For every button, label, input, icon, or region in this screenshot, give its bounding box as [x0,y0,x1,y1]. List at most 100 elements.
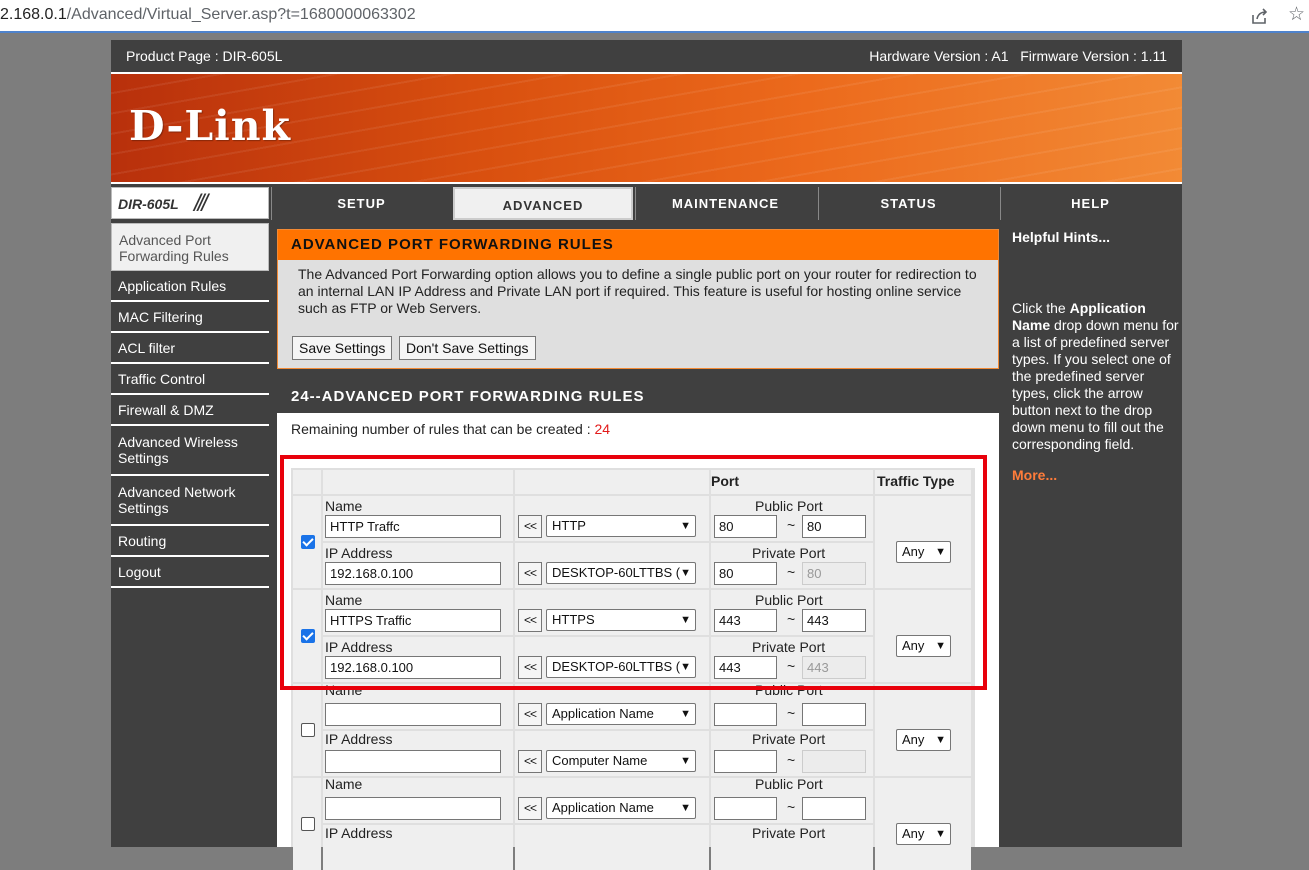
rule-2-computer-cell: << DESKTOP-60LTTBS (▼ [515,637,709,682]
rule-2-app-select[interactable]: HTTPS ▼ [546,609,696,631]
sidebar-item-traffic-control[interactable]: Traffic Control [111,364,269,395]
hints-title: Helpful Hints... [1012,229,1110,245]
rule-1-name-input[interactable]: HTTP Traffc [325,515,501,538]
tab-setup[interactable]: SETUP [271,187,451,220]
rule-3-ip-input[interactable] [325,750,501,773]
tab-help[interactable]: HELP [1000,187,1180,220]
rule-1-computer-fill-button[interactable]: << [518,562,542,585]
rule-2-name-input[interactable]: HTTPS Traffic [325,609,501,632]
rule-1-public-start[interactable]: 80 [714,515,777,538]
rule-2-traffic-select[interactable]: Any ▼ [896,635,951,657]
rule-3-public-end[interactable] [802,703,866,726]
rule-4-traffic-select[interactable]: Any ▼ [896,823,951,845]
rule-1-app-cell: << HTTP ▼ [515,496,709,541]
save-settings-button[interactable]: Save Settings [292,336,393,360]
rule-2-private-start[interactable]: 443 [714,656,777,679]
sidebar-item-mac-filtering[interactable]: MAC Filtering [111,302,269,333]
rule-2-app-fill-button[interactable]: << [518,609,542,632]
rule-1-app-select[interactable]: HTTP ▼ [546,515,696,537]
rule-1-ip-input[interactable]: 192.168.0.100 [325,562,501,585]
table-header-port: Port [711,470,873,494]
rule-2-public-end[interactable]: 443 [802,609,866,632]
name-label: Name [325,776,363,792]
sidebar: Advanced Port Forwarding Rules Applicati… [111,223,269,588]
tab-maintenance[interactable]: MAINTENANCE [635,187,815,220]
rule-1-computer-value: DESKTOP-60LTTBS ( [552,565,681,580]
rule-3-computer-value: Computer Name [552,753,648,768]
rule-2-ip-cell: IP Address 192.168.0.100 [323,637,513,682]
rule-4-app-select[interactable]: Application Name ▼ [546,797,696,819]
sidebar-item-logout[interactable]: Logout [111,557,269,588]
browser-address-bar[interactable]: 2.168.0.1/Advanced/Virtual_Server.asp?t=… [0,0,1309,33]
rule-2-traffic-cell: Any ▼ [875,590,971,682]
rule-4-private-port-cell: Private Port [711,825,873,870]
rule-2-ip-input[interactable]: 192.168.0.100 [325,656,501,679]
rule-4-name-input[interactable] [325,797,501,820]
share-icon[interactable] [1250,6,1270,26]
rule-1-private-port-cell: Private Port 80 ~ 80 [711,543,873,588]
sidebar-item-advanced-port-forwarding[interactable]: Advanced Port Forwarding Rules [111,223,269,271]
rule-4-app-fill-button[interactable]: << [518,797,542,820]
rule-3-checkbox[interactable] [301,723,315,737]
public-port-label: Public Port [755,592,823,608]
chevron-down-icon: ▼ [935,828,946,840]
ip-label: IP Address [325,639,393,655]
rule-2-computer-value: DESKTOP-60LTTBS ( [552,659,681,674]
tilde: ~ [787,658,796,674]
rule-2-public-port-cell: Public Port 443 ~ 443 [711,590,873,635]
sidebar-item-acl-filter[interactable]: ACL filter [111,333,269,364]
rule-1-computer-cell: << DESKTOP-60LTTBS (▼ [515,543,709,588]
rule-4-check-cell [293,778,321,870]
version-info: Hardware Version : A1 Firmware Version :… [869,48,1167,64]
sidebar-item-advanced-wireless[interactable]: Advanced Wireless Settings [111,426,269,476]
rule-3-computer-fill-button[interactable]: << [518,750,542,773]
rule-1-public-end[interactable]: 80 [802,515,866,538]
rule-3-check-cell [293,684,321,776]
public-port-label: Public Port [755,498,823,514]
rule-3-traffic-select[interactable]: Any ▼ [896,729,951,751]
rule-2-computer-select[interactable]: DESKTOP-60LTTBS (▼ [546,656,696,678]
traffic-type-header: Traffic Type [877,473,955,489]
tab-advanced[interactable]: ADVANCED [453,187,633,220]
rule-4-checkbox[interactable] [301,817,315,831]
rule-1-traffic-value: Any [902,544,925,559]
chevron-down-icon: ▼ [935,640,946,652]
chevron-down-icon: ▼ [680,755,691,767]
rule-3-computer-select[interactable]: Computer Name ▼ [546,750,696,772]
sidebar-item-routing[interactable]: Routing [111,526,269,557]
rule-2-public-start[interactable]: 443 [714,609,777,632]
rule-4-public-end[interactable] [802,797,866,820]
sidebar-item-advanced-network[interactable]: Advanced Network Settings [111,476,269,526]
chevron-down-icon: ▼ [680,708,691,720]
rule-3-app-fill-button[interactable]: << [518,703,542,726]
url-text[interactable]: 2.168.0.1/Advanced/Virtual_Server.asp?t=… [0,6,416,24]
rule-4-traffic-value: Any [902,826,925,841]
intro-description: The Advanced Port Forwarding option allo… [298,266,977,316]
hints-more-link[interactable]: More... [1012,467,1057,484]
rule-3-app-cell: << Application Name ▼ [515,684,709,729]
rule-3-private-start[interactable] [714,750,777,773]
rule-2-computer-fill-button[interactable]: << [518,656,542,679]
rule-1-app-fill-button[interactable]: << [518,515,542,538]
rule-3-name-input[interactable] [325,703,501,726]
rule-1-checkbox[interactable] [301,535,315,549]
rule-4-public-start[interactable] [714,797,777,820]
rule-1-computer-select[interactable]: DESKTOP-60LTTBS (▼ [546,562,696,584]
sidebar-item-application-rules[interactable]: Application Rules [111,271,269,302]
rule-1-private-start[interactable]: 80 [714,562,777,585]
rule-3-public-start[interactable] [714,703,777,726]
tab-status[interactable]: STATUS [818,187,998,220]
main-content: ADVANCED PORT FORWARDING RULES The Advan… [277,223,999,870]
table-header-blank [515,470,709,494]
remaining-count: 24 [594,421,611,437]
sidebar-item-firewall-dmz[interactable]: Firewall & DMZ [111,395,269,426]
chevron-down-icon: ▼ [680,661,691,673]
bookmark-star-icon[interactable]: ☆ [1288,3,1305,26]
dont-save-settings-button[interactable]: Don't Save Settings [399,336,536,360]
url-path: /Advanced/Virtual_Server.asp?t=168000006… [66,6,416,23]
rule-1-traffic-select[interactable]: Any ▼ [896,541,951,563]
hints-text-2: drop down menu for a list of predefined … [1012,317,1179,452]
rule-2-checkbox[interactable] [301,629,315,643]
rule-3-app-select[interactable]: Application Name ▼ [546,703,696,725]
remaining-label: Remaining number of rules that can be cr… [291,421,595,437]
